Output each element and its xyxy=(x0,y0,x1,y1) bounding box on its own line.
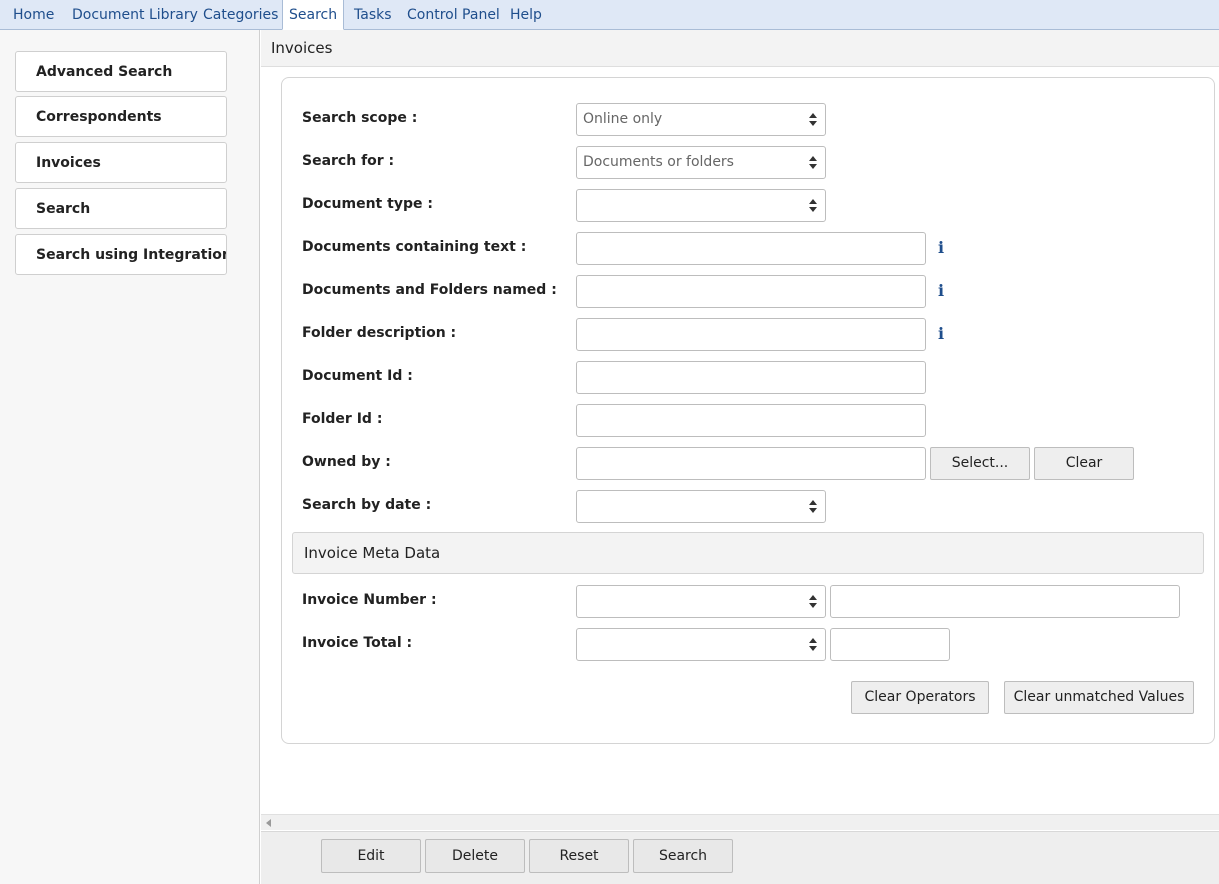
tab-search[interactable]: Search xyxy=(282,0,345,30)
folder-id-label: Folder Id : xyxy=(302,411,383,427)
folder-id-input[interactable] xyxy=(576,404,926,437)
search-button[interactable]: Search xyxy=(633,839,733,873)
top-nav: Home Document Library Categories Search … xyxy=(0,0,1219,30)
tab-tasks[interactable]: Tasks xyxy=(350,0,396,30)
sidebar-item-search[interactable]: Search xyxy=(15,188,227,229)
search-form-panel: Search scope : Online only Search for : … xyxy=(281,77,1215,744)
search-by-date-select[interactable] xyxy=(576,490,826,523)
scroll-left-arrow-icon[interactable] xyxy=(266,819,271,827)
containing-text-input[interactable] xyxy=(576,232,926,265)
document-id-label: Document Id : xyxy=(302,368,413,384)
clear-owner-button[interactable]: Clear xyxy=(1034,447,1134,480)
invoice-total-label: Invoice Total : xyxy=(302,635,413,651)
invoice-total-input[interactable] xyxy=(830,628,950,661)
invoice-meta-data-header: Invoice Meta Data xyxy=(292,532,1204,574)
info-icon[interactable]: i xyxy=(938,324,944,343)
select-arrows-icon xyxy=(809,638,817,651)
footer-toolbar: Edit Delete Reset Search xyxy=(261,831,1219,884)
invoice-number-label: Invoice Number : xyxy=(302,592,437,608)
document-type-select[interactable] xyxy=(576,189,826,222)
select-arrows-icon xyxy=(809,595,817,608)
search-scope-select[interactable]: Online only xyxy=(576,103,826,136)
search-scope-label: Search scope : xyxy=(302,110,418,126)
main-content: Invoices Search scope : Online only Sear… xyxy=(261,30,1219,884)
select-arrows-icon xyxy=(809,156,817,169)
sidebar: Advanced Search Correspondents Invoices … xyxy=(0,30,260,884)
horizontal-scrollbar[interactable] xyxy=(261,814,1219,830)
search-for-select[interactable]: Documents or folders xyxy=(576,146,826,179)
owned-by-input[interactable] xyxy=(576,447,926,480)
tab-help[interactable]: Help xyxy=(506,0,546,30)
invoice-number-operator-select[interactable] xyxy=(576,585,826,618)
clear-operators-button[interactable]: Clear Operators xyxy=(851,681,989,714)
delete-button[interactable]: Delete xyxy=(425,839,525,873)
sidebar-item-correspondents[interactable]: Correspondents xyxy=(15,96,227,137)
document-id-input[interactable] xyxy=(576,361,926,394)
owned-by-label: Owned by : xyxy=(302,454,391,470)
select-arrows-icon xyxy=(809,199,817,212)
clear-unmatched-values-button[interactable]: Clear unmatched Values xyxy=(1004,681,1194,714)
named-input[interactable] xyxy=(576,275,926,308)
select-arrows-icon xyxy=(809,500,817,513)
folder-description-input[interactable] xyxy=(576,318,926,351)
select-arrows-icon xyxy=(809,113,817,126)
tab-document-library[interactable]: Document Library xyxy=(68,0,202,30)
containing-text-label: Documents containing text : xyxy=(302,239,527,255)
search-for-label: Search for : xyxy=(302,153,395,169)
sidebar-item-search-integration-no[interactable]: Search using Integration No xyxy=(15,234,227,275)
page-title: Invoices xyxy=(261,30,1219,67)
search-scope-value: Online only xyxy=(583,111,663,127)
tab-control-panel[interactable]: Control Panel xyxy=(403,0,504,30)
select-owner-button[interactable]: Select... xyxy=(930,447,1030,480)
info-icon[interactable]: i xyxy=(938,281,944,300)
reset-button[interactable]: Reset xyxy=(529,839,629,873)
folder-description-label: Folder description : xyxy=(302,325,457,341)
sidebar-item-invoices[interactable]: Invoices xyxy=(15,142,227,183)
named-label: Documents and Folders named : xyxy=(302,282,557,298)
search-by-date-label: Search by date : xyxy=(302,497,432,513)
edit-button[interactable]: Edit xyxy=(321,839,421,873)
sidebar-item-advanced-search[interactable]: Advanced Search xyxy=(15,51,227,92)
invoice-number-input[interactable] xyxy=(830,585,1180,618)
invoice-total-operator-select[interactable] xyxy=(576,628,826,661)
document-type-label: Document type : xyxy=(302,196,433,212)
tab-categories[interactable]: Categories xyxy=(199,0,282,30)
search-for-value: Documents or folders xyxy=(583,154,734,170)
info-icon[interactable]: i xyxy=(938,238,944,257)
tab-home[interactable]: Home xyxy=(9,0,58,30)
